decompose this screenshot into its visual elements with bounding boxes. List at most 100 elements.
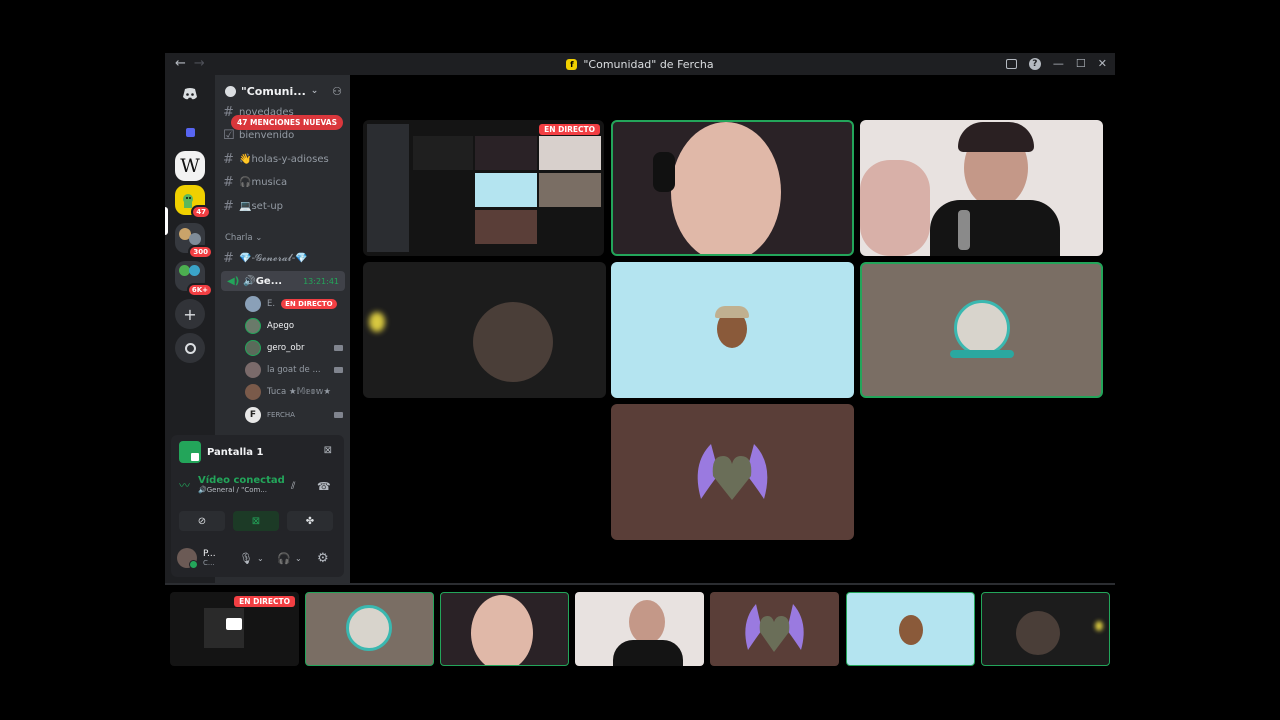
connection-status: Vídeo conectad [198, 475, 285, 486]
screen-share-button[interactable]: ⊠ [233, 511, 279, 531]
explore-icon[interactable] [175, 333, 205, 363]
voice-connection-status[interactable]: 〰 Vídeo conectad 🔊General / "Com... [179, 475, 285, 494]
strip-dark-room[interactable] [981, 592, 1110, 666]
close-icon[interactable]: ✕ [1098, 57, 1107, 70]
shared-screen-sidebar [367, 124, 409, 252]
disconnect-icon[interactable]: ☎ [317, 480, 331, 493]
chevron-down-icon[interactable]: ⌄ [295, 554, 302, 563]
camera-off-button[interactable]: ⊘ [179, 511, 225, 531]
strip-avatar-cap-man[interactable] [846, 592, 975, 666]
avatar: F [245, 407, 261, 423]
strip-streamer[interactable] [440, 592, 569, 666]
unread-badge: 47 [191, 205, 211, 219]
strip-avatar-horse[interactable] [305, 592, 434, 666]
add-server-icon[interactable]: + [175, 299, 205, 329]
titlebar: ← → f "Comunidad" de Fercha ? — ☐ ✕ [165, 53, 1115, 75]
headphones-icon[interactable]: 🎧 [277, 552, 291, 565]
shared-screen-tile [539, 136, 601, 170]
voice-member[interactable]: Tuca ★𝕄𝕖𝕠𝕨★ [245, 382, 345, 402]
member-name: gero_obr [267, 343, 305, 353]
voice-member[interactable]: la goat de ... [245, 360, 345, 380]
screen-share-icon [179, 441, 201, 463]
inbox-icon[interactable] [1005, 58, 1017, 69]
camera-off-icon: ⊘ [197, 515, 207, 527]
live-badge: EN DIRECTO [539, 124, 600, 135]
lamp-glow [1095, 621, 1103, 631]
avatar [245, 340, 261, 356]
channel-set-up[interactable]: # 💻set-up [223, 196, 283, 216]
speaker-icon: ◀) [227, 275, 240, 287]
server-group-icon[interactable]: 6K+ [175, 261, 213, 297]
wikipedia-server-icon[interactable]: W [175, 151, 205, 181]
voice-member[interactable]: F FERCHA [245, 405, 345, 425]
channel-holas-y-adioses[interactable]: # 👋holas-y-adioses [223, 149, 329, 169]
minimize-icon[interactable]: — [1053, 57, 1064, 70]
tile-avatar-winged-heart[interactable] [611, 404, 854, 540]
strip-winged-heart[interactable] [710, 592, 839, 666]
avatar [245, 318, 261, 334]
shared-screen-tile [413, 136, 473, 170]
discord-home-icon[interactable] [175, 79, 205, 109]
category-label: Charla [225, 233, 253, 243]
participant-hair [958, 122, 1034, 152]
noise-suppression-icon[interactable]: ⫽ [291, 481, 295, 492]
server-group-icon[interactable]: 300 [175, 223, 213, 259]
crystal-stand [950, 350, 1014, 358]
screen-share-preview[interactable]: Pantalla 1 [179, 439, 264, 465]
strip-screen-share[interactable]: EN DIRECTO [170, 592, 299, 666]
hash-icon: # [223, 151, 234, 167]
strip-boy-glasses[interactable] [575, 592, 704, 666]
folder-icon[interactable] [175, 117, 205, 147]
tile-dark-room[interactable] [363, 262, 606, 398]
channel-label: bienvenido [239, 129, 295, 141]
microphone-icon[interactable]: 🎙 [239, 552, 253, 565]
screen-label: Pantalla 1 [207, 446, 264, 458]
live-badge: EN DIRECTO [281, 299, 337, 309]
server-icon: f [566, 58, 578, 70]
maximize-icon[interactable]: ☐ [1076, 57, 1086, 70]
app-window: ← → f "Comunidad" de Fercha ? — ☐ ✕ W 47 [165, 53, 1115, 585]
camera-icon [334, 412, 343, 418]
add-member-icon[interactable]: ⚇ [332, 85, 342, 98]
stop-share-icon[interactable]: ⊠ [324, 445, 332, 456]
voice-member[interactable]: E. EN DIRECTO [245, 294, 345, 314]
member-name: FERCHA [267, 411, 295, 419]
user-name: P... [203, 549, 216, 559]
avatar [245, 362, 261, 378]
activities-button[interactable]: ✤ [287, 511, 333, 531]
crystal-ball-icon [954, 300, 1010, 356]
settings-gear-icon[interactable]: ⚙ [317, 551, 329, 566]
unread-badge: 6K+ [186, 283, 213, 297]
channel-musica[interactable]: # 🎧musica [223, 172, 287, 192]
avatar [245, 384, 261, 400]
headphones-icon [653, 152, 675, 192]
category-charla[interactable]: Charla ⌄ [225, 233, 262, 243]
tile-avatar-cap-man[interactable] [611, 262, 854, 398]
server-badge-icon [225, 85, 236, 97]
server-name: "Comuni... [241, 84, 306, 98]
participant-face [1016, 611, 1060, 655]
voice-timer: 13:21:41 [303, 276, 339, 286]
help-icon[interactable]: ? [1028, 57, 1041, 70]
tile-streamer-headphones[interactable] [611, 120, 854, 256]
shared-screen-tile [539, 173, 601, 207]
tile-screen-share[interactable]: EN DIRECTO [363, 120, 604, 256]
avatar-face [899, 615, 923, 645]
unread-badge: 300 [188, 245, 213, 259]
channel-label: 👋holas-y-adioses [239, 153, 329, 165]
new-mentions-pill[interactable]: 47 MENCIONES NUEVAS [231, 115, 343, 130]
voice-channel-general[interactable]: ◀) 🔊Ge... 13:21:41 [221, 271, 345, 291]
cap-icon [715, 306, 749, 318]
voice-member[interactable]: gero_obr [245, 338, 345, 358]
chevron-down-icon[interactable]: ⌄ [257, 554, 264, 563]
voice-member[interactable]: Apego [245, 316, 345, 336]
tile-avatar-horse[interactable] [860, 262, 1103, 398]
user-area[interactable]: P... C... 🎙 ⌄ 🎧 ⌄ ⚙ [177, 543, 337, 573]
hash-icon: # [223, 250, 234, 266]
voice-channel-label: 🔊Ge... [243, 275, 283, 287]
tile-boy-glasses[interactable] [860, 120, 1103, 256]
channel-general[interactable]: # 💎-𝓖𝓮𝓷𝓮𝓻𝓪𝓵-💎 [223, 248, 308, 268]
fercha-server-icon[interactable]: 47 [175, 185, 211, 219]
member-name: Tuca ★𝕄𝕖𝕠𝕨★ [267, 387, 331, 397]
selected-server-pill [165, 207, 168, 235]
